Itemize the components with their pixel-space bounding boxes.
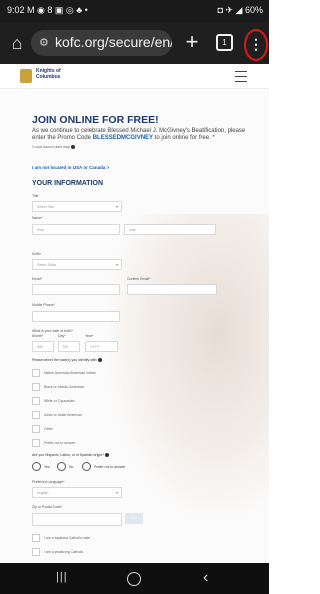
race-option[interactable]: Native American/American Indian <box>32 369 152 378</box>
site-settings-icon[interactable]: ⚙ <box>39 36 49 49</box>
month-input[interactable]: MM <box>32 341 54 352</box>
tab-switcher-button[interactable]: 1 <box>216 34 233 51</box>
email-field[interactable] <box>32 284 120 295</box>
name-label: Name* <box>32 216 43 220</box>
first-name-input[interactable]: First <box>32 224 120 235</box>
radio-yes[interactable] <box>32 462 41 471</box>
menu-icon[interactable] <box>235 71 247 82</box>
section-title: YOUR INFORMATION <box>32 180 104 187</box>
race-option[interactable]: Asian or Asian American <box>32 411 152 420</box>
suffix-label: Suffix <box>32 252 41 256</box>
hispanic-question: Are you Hispanic, Latino, or of Spanish … <box>32 453 109 458</box>
info-icon[interactable] <box>104 453 109 458</box>
checkbox[interactable] <box>32 397 40 405</box>
kofc-emblem-icon[interactable] <box>20 69 32 83</box>
battery-level: 60% <box>244 5 263 15</box>
last-name-input[interactable]: Last <box>124 224 216 235</box>
intro-after: to join online for free. * <box>153 135 215 141</box>
page-title: JOIN ONLINE FOR FREE! <box>32 114 159 126</box>
browser-toolbar: ⌂ ⚙ kofc.org/secure/en/j + 1 ⋮ <box>0 22 269 64</box>
confirm-email-label: Confirm Email* <box>127 277 151 281</box>
email-label: Email* <box>32 277 43 281</box>
radio-prefer-not[interactable] <box>82 462 91 471</box>
month-label: Month* <box>32 334 44 338</box>
status-time: 9:02 <box>7 5 25 15</box>
site-logo-text[interactable]: Knights of Columbus <box>36 68 76 80</box>
status-right: ◘ ✈ ◢ 60% <box>218 5 263 16</box>
info-icon[interactable] <box>98 358 103 363</box>
local-dues-note: *Local council dues may <box>32 145 75 150</box>
browser-menu-button[interactable]: ⋮ <box>244 29 268 61</box>
promo-code: BLESSEDMCGIVNEY <box>92 135 154 141</box>
catholic-check-2[interactable]: I am a practicing Catholic <box>32 548 152 557</box>
suffix-select[interactable]: Select Suffix <box>32 259 122 270</box>
race-option[interactable]: White or Caucasian <box>32 397 152 406</box>
title-label: Title <box>32 194 39 198</box>
recent-apps-icon[interactable]: ||| <box>56 571 68 583</box>
back-icon[interactable]: ‹ <box>203 569 208 587</box>
notification-icons: M ◉ 8 ▣ ◎ ♣ • <box>27 5 88 15</box>
day-label: Day* <box>58 334 66 338</box>
home-button-icon[interactable] <box>127 572 141 586</box>
checkbox[interactable] <box>32 369 40 377</box>
catholic-check-1[interactable]: I am a baptized Catholic male <box>32 534 152 543</box>
radio-no[interactable] <box>57 462 66 471</box>
race-option[interactable]: Other <box>32 425 152 434</box>
intro-text: As we continue to celebrate Blessed Mich… <box>32 128 252 142</box>
day-input[interactable]: DD <box>58 341 80 352</box>
mobile-field[interactable] <box>32 311 120 322</box>
zip-label: Zip or Postal Code* <box>32 505 63 509</box>
race-option[interactable]: Prefer not to answer <box>32 439 152 448</box>
race-question: Please select the race(s) you identify w… <box>32 358 103 363</box>
radio-prefer-not-label[interactable]: Prefer not to answer <box>94 465 126 469</box>
radio-yes-label[interactable]: Yes <box>44 465 50 469</box>
year-input[interactable]: YYYY <box>85 341 118 352</box>
background-photo <box>110 214 269 514</box>
race-option[interactable]: Black or African-American <box>32 383 152 392</box>
radio-no-label[interactable]: No <box>69 465 73 469</box>
zip-input[interactable] <box>32 513 122 526</box>
checkbox[interactable] <box>32 411 40 419</box>
confirm-email-field[interactable] <box>127 284 217 295</box>
system-nav-bar: ||| ‹ <box>0 563 269 594</box>
title-select[interactable]: Select Title <box>32 201 122 212</box>
address-bar[interactable]: ⚙ kofc.org/secure/en/j <box>31 30 172 56</box>
checkbox[interactable] <box>32 425 40 433</box>
not-located-link[interactable]: I am not located in USA or Canada > <box>32 165 109 170</box>
signal-icons: ◘ ✈ ◢ <box>217 5 243 15</box>
language-label: Preferred Language* <box>32 480 65 484</box>
url-text[interactable]: kofc.org/secure/en/j <box>55 34 172 50</box>
checkbox[interactable] <box>32 548 40 556</box>
status-bar: 9:02 M ◉ 8 ▣ ◎ ♣ • ◘ ✈ ◢ 60% <box>0 0 269 22</box>
mobile-label: Mobile Phone* <box>32 303 55 307</box>
info-icon[interactable] <box>70 145 75 150</box>
site-header: Knights of Columbus <box>0 64 269 89</box>
go-button[interactable]: GO <box>125 513 143 524</box>
status-left: 9:02 M ◉ 8 ▣ ◎ ♣ • <box>7 5 88 16</box>
language-select[interactable]: English <box>32 487 122 498</box>
checkbox[interactable] <box>32 534 40 542</box>
web-page[interactable]: Knights of Columbus JOIN ONLINE FOR FREE… <box>0 64 269 563</box>
new-tab-button[interactable]: + <box>181 30 203 54</box>
year-label: Year* <box>85 334 94 338</box>
home-icon[interactable]: ⌂ <box>6 32 28 54</box>
dob-label: What is your date of birth? <box>32 329 73 333</box>
checkbox[interactable] <box>32 383 40 391</box>
checkbox[interactable] <box>32 439 40 447</box>
